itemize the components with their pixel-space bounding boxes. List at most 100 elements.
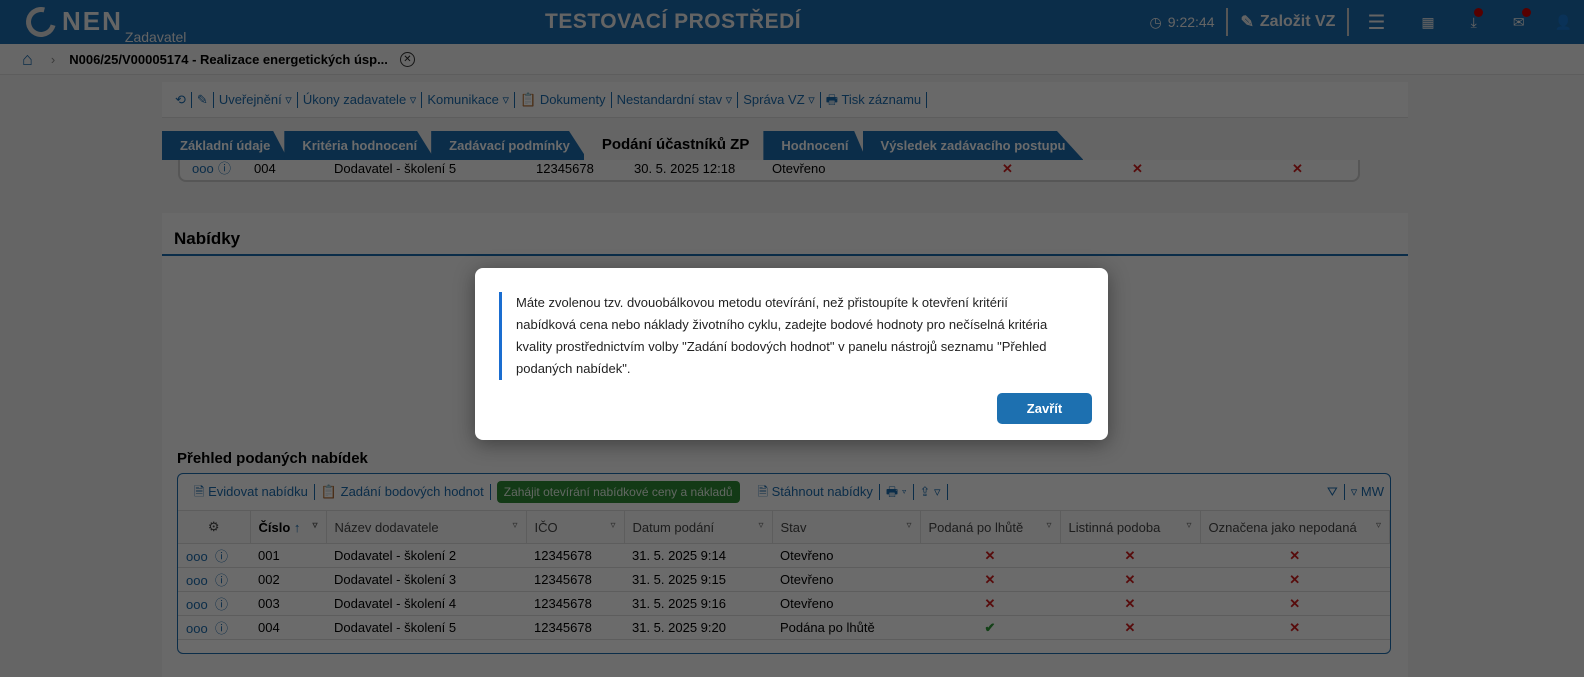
table-row[interactable]: ooo ⓘ 004 Dodavatel - školení 5 12345678… <box>178 615 1390 640</box>
upper-list-row: ooo ⓘ 004 Dodavatel - školení 5 12345678… <box>178 160 1360 182</box>
create-vz-label: Založit VZ <box>1259 13 1336 30</box>
cell-name: Dodavatel - školení 5 <box>334 161 457 176</box>
close-icon[interactable]: ✕ <box>399 51 415 67</box>
cell-status: Otevřeno <box>772 591 920 616</box>
download-icon[interactable]: ⤓ <box>1471 7 1484 31</box>
section-title: Nabídky <box>162 213 1408 256</box>
cell-status: Otevřeno <box>772 543 920 568</box>
breadcrumb: ⌂ › N006/25/V00005174 - Realizace energe… <box>0 44 1584 75</box>
tab-bar: Základní údaje Kritéria hodnocení Zadáva… <box>162 131 1084 160</box>
export-icon[interactable]: ⇪ ▿ <box>914 484 948 500</box>
close-button[interactable]: Zavřít <box>997 393 1092 424</box>
clock-icon: ◷ <box>1149 13 1162 30</box>
menu-dokumenty[interactable]: 📋 Dokumenty <box>515 91 612 108</box>
menu-ukony[interactable]: Úkony zadavatele ▿ <box>298 91 423 108</box>
mail-icon[interactable]: ✉ <box>1513 7 1531 31</box>
tab-podani[interactable]: Podání účastníků ZP <box>583 131 768 160</box>
more-icon[interactable]: ooo <box>186 573 208 588</box>
col-stav[interactable]: Stav ▿ <box>772 510 921 544</box>
table-row[interactable]: ooo ⓘ 003 Dodavatel - školení 4 12345678… <box>178 591 1390 616</box>
cell-ico: 12345678 <box>526 567 624 592</box>
col-cislo[interactable]: Číslo ↑ ▿ <box>250 510 327 544</box>
cell-num: 004 <box>250 615 326 640</box>
offers-table: ⚙ Číslo ↑ ▿ Název dodavatele ▿ IČO ▿ Datum … <box>178 510 1390 640</box>
menu-tisk[interactable]: 🖶 Tisk záznamu <box>821 91 928 108</box>
cross-icon: ✕ <box>1124 571 1136 587</box>
action-toolbar: ⟲ ✎ Uveřejnění ▿ Úkony zadavatele ▿ Komu… <box>162 82 1408 118</box>
more-icon[interactable]: ooo <box>186 621 208 636</box>
start-opening-button[interactable]: Zahájit otevírání nabídkové ceny a nákla… <box>496 481 740 503</box>
cell-status: Podána po lhůtě <box>772 615 920 640</box>
enter-points-button[interactable]: 📋 Zadání bodových hodnot <box>315 484 491 500</box>
menu-komunikace[interactable]: Komunikace ▿ <box>422 91 515 108</box>
user-view-label: MW <box>1360 484 1384 499</box>
pencil-icon[interactable]: ✎ <box>192 91 214 108</box>
tab-zadavaci-podminky[interactable]: Zadávací podmínky <box>431 131 588 160</box>
cell-status: Otevřeno <box>772 567 920 592</box>
grid-title: Přehled podaných nabídek <box>177 450 368 467</box>
cell-num: 004 <box>254 161 276 176</box>
menu-sprava[interactable]: Správa VZ ▿ <box>738 91 821 108</box>
column-settings-icon[interactable]: ⚙ <box>178 510 251 544</box>
cell-ico: 12345678 <box>536 161 594 176</box>
cross-icon: ✕ <box>1002 161 1013 176</box>
register-offer-button[interactable]: 🗎 Evidovat nabídku <box>188 484 315 500</box>
breadcrumb-item[interactable]: N006/25/V00005174 - Realizace energetick… <box>69 52 388 67</box>
info-icon[interactable]: ⓘ <box>215 621 228 636</box>
cell-ico: 12345678 <box>526 615 624 640</box>
menu-icon[interactable]: ☰ <box>1349 10 1403 35</box>
info-icon[interactable]: ⓘ <box>215 549 228 564</box>
refresh-icon[interactable]: ⟲ <box>170 91 192 108</box>
cross-icon: ✕ <box>984 547 996 563</box>
calendar-icon[interactable]: ▦ <box>1403 14 1452 31</box>
top-header: NEN Zadavatel TESTOVACÍ PROSTŘEDÍ ◷ 9:22:… <box>0 0 1584 45</box>
cross-icon: ✕ <box>1289 619 1301 635</box>
cell-name: Dodavatel - školení 2 <box>326 543 526 568</box>
create-vz-button[interactable]: ✎ Založit VZ <box>1228 12 1347 32</box>
info-icon[interactable]: ⓘ <box>215 597 228 612</box>
col-nazev[interactable]: Název dodavatele ▿ <box>326 510 527 544</box>
more-icon[interactable]: ooo <box>186 597 208 612</box>
col-datum[interactable]: Datum podání ▿ <box>624 510 773 544</box>
tab-kriteria[interactable]: Kritéria hodnocení <box>284 131 436 160</box>
table-row[interactable]: ooo ⓘ 001 Dodavatel - školení 2 12345678… <box>178 543 1390 568</box>
user-icon[interactable]: 👤 <box>1543 14 1584 31</box>
logo-subtitle: Zadavatel <box>124 29 187 45</box>
cross-icon: ✕ <box>1124 595 1136 611</box>
cross-icon: ✕ <box>1124 619 1136 635</box>
cell-ico: 12345678 <box>526 591 624 616</box>
cell-date: 31. 5. 2025 9:14 <box>624 543 772 568</box>
home-icon[interactable]: ⌂ <box>22 49 33 70</box>
more-icon[interactable]: ooo <box>186 549 208 564</box>
cross-icon: ✕ <box>1289 571 1301 587</box>
cell-ico: 12345678 <box>526 543 624 568</box>
table-row[interactable]: ooo ⓘ 002 Dodavatel - školení 3 12345678… <box>178 567 1390 592</box>
cross-icon: ✕ <box>1289 547 1301 563</box>
environment-title: TESTOVACÍ PROSTŘEDÍ <box>545 10 802 33</box>
menu-nestandardni[interactable]: Nestandardní stav ▿ <box>612 91 739 108</box>
nen-logo[interactable]: NEN Zadavatel <box>20 1 186 45</box>
cross-icon: ✕ <box>1132 161 1143 176</box>
info-icon[interactable]: ⓘ <box>218 160 231 178</box>
col-late[interactable]: Podaná po lhůtě ▿ <box>920 510 1061 544</box>
points-label: Zadání bodových hodnot <box>340 484 484 499</box>
tab-hodnoceni[interactable]: Hodnocení <box>763 131 867 160</box>
edit-icon: ✎ <box>1240 14 1254 31</box>
user-view-select[interactable]: ▿ MW <box>1345 484 1390 500</box>
cell-name: Dodavatel - školení 3 <box>326 567 526 592</box>
cross-icon: ✕ <box>1289 595 1301 611</box>
download-offers-button[interactable]: 🗎 Stáhnout nabídky <box>752 484 880 500</box>
info-icon[interactable]: ⓘ <box>215 573 228 588</box>
tab-zakladni-udaje[interactable]: Základní údaje <box>162 131 289 160</box>
tab-vysledek[interactable]: Výsledek zadávacího postupu <box>862 131 1084 160</box>
offers-grid: 🗎 Evidovat nabídku 📋 Zadání bodových hod… <box>177 473 1391 654</box>
filter-icon[interactable]: ⛛ <box>1321 484 1345 500</box>
cell-date: 31. 5. 2025 9:20 <box>624 615 772 640</box>
col-ico[interactable]: IČO ▿ <box>526 510 625 544</box>
info-dialog: Máte zvolenou tzv. dvouobálkovou metodu … <box>475 268 1108 440</box>
more-icon[interactable]: ooo <box>192 160 214 178</box>
menu-uverejneni[interactable]: Uveřejnění ▿ <box>214 91 298 108</box>
col-paper[interactable]: Listinná podoba ▿ <box>1060 510 1201 544</box>
print-icon[interactable]: 🖶 ▿ <box>880 484 914 500</box>
col-unsubmitted[interactable]: Označena jako nepodaná ▿ <box>1200 510 1390 544</box>
